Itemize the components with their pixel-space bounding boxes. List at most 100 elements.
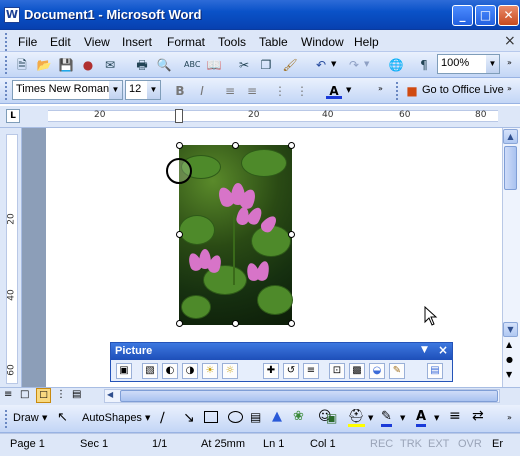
picture-toolbar-title[interactable]: Picture bbox=[111, 343, 452, 360]
line-color-dropdown-icon[interactable]: ▼ bbox=[400, 414, 405, 422]
fill-color-icon[interactable]: ⛑ bbox=[348, 409, 365, 427]
next-page-icon[interactable]: ▼ bbox=[506, 370, 512, 379]
toolbar-dropdown-icon[interactable]: ▼ bbox=[421, 345, 428, 355]
align-center-icon[interactable]: ≡ bbox=[222, 83, 238, 99]
zoom-combo[interactable]: 100% ▼ bbox=[437, 54, 500, 74]
outline-view-icon[interactable]: ⋮ bbox=[56, 389, 66, 400]
normal-view-icon[interactable]: ≡ bbox=[4, 389, 12, 400]
rotate-handle[interactable] bbox=[166, 158, 192, 184]
wordart-icon[interactable]: ▲ bbox=[272, 409, 282, 424]
drawing-options-icon[interactable]: » bbox=[507, 413, 512, 422]
close-document-icon[interactable]: × bbox=[504, 33, 516, 49]
line-style-icon[interactable]: ≡ bbox=[303, 363, 319, 379]
fill-color-dropdown-icon[interactable]: ▼ bbox=[368, 414, 373, 422]
rotate-left-icon[interactable]: ↺ bbox=[283, 363, 299, 379]
indent-marker[interactable] bbox=[175, 109, 183, 123]
scroll-up-icon[interactable]: ▲ bbox=[503, 129, 518, 144]
redo-dropdown-icon[interactable]: ▼ bbox=[364, 60, 369, 68]
insert-picture-drawing-icon[interactable]: ▣ bbox=[326, 411, 337, 425]
show-formatting-icon[interactable]: ¶ bbox=[416, 57, 432, 73]
redo-icon[interactable]: ↷ bbox=[346, 57, 362, 73]
line-style-drawing-icon[interactable]: ≡ bbox=[449, 408, 461, 424]
previous-page-icon[interactable]: ▲ bbox=[506, 340, 512, 349]
office-live-options-icon[interactable]: » bbox=[507, 84, 512, 93]
close-button[interactable]: ✕ bbox=[498, 5, 519, 26]
menu-edit[interactable]: Edit bbox=[50, 35, 71, 49]
permission-icon[interactable]: ● bbox=[80, 57, 96, 73]
menu-grip-icon[interactable] bbox=[5, 33, 8, 51]
word-app-icon[interactable]: W bbox=[4, 7, 20, 23]
scroll-down-icon[interactable]: ▼ bbox=[503, 322, 518, 337]
resize-handle[interactable] bbox=[288, 142, 295, 149]
bold-icon[interactable]: B bbox=[172, 83, 188, 99]
menu-table[interactable]: Table bbox=[259, 35, 288, 49]
picture-toolbar-close-icon[interactable]: × bbox=[438, 343, 448, 357]
new-document-icon[interactable]: 🗎 bbox=[14, 57, 30, 73]
resize-handle[interactable] bbox=[176, 142, 183, 149]
font-dropdown-icon[interactable]: ▼ bbox=[109, 81, 122, 99]
reset-picture-icon[interactable]: ▤ bbox=[427, 363, 443, 379]
status-rec[interactable]: REC bbox=[370, 438, 393, 450]
select-browse-object-icon[interactable]: ● bbox=[506, 355, 513, 364]
font-color-drawing-icon[interactable]: A bbox=[416, 409, 427, 427]
resize-handle[interactable] bbox=[288, 320, 295, 327]
tab-selector-icon[interactable]: L bbox=[6, 109, 20, 123]
horizontal-scroll-thumb[interactable] bbox=[120, 390, 498, 402]
font-name-combo[interactable]: Times New Roman ▼ bbox=[12, 80, 123, 100]
font-size-combo[interactable]: 12 ▼ bbox=[125, 80, 161, 100]
print-icon[interactable]: 🖶 bbox=[134, 57, 150, 73]
color-icon[interactable]: ▧ bbox=[142, 363, 158, 379]
resize-handle[interactable] bbox=[288, 231, 295, 238]
autoshapes-dropdown-icon[interactable]: ▼ bbox=[145, 414, 150, 422]
font-color-drawing-dropdown-icon[interactable]: ▼ bbox=[434, 414, 439, 422]
email-icon[interactable]: ✉ bbox=[102, 57, 118, 73]
rectangle-icon[interactable] bbox=[204, 411, 218, 423]
arrow-style-icon[interactable]: ⇄ bbox=[472, 408, 484, 424]
numbering-icon[interactable]: ⋮ bbox=[272, 83, 288, 99]
standard-grip-icon[interactable] bbox=[5, 56, 8, 74]
format-painter-icon[interactable]: 🖌 bbox=[282, 57, 298, 73]
open-icon[interactable]: 📂 bbox=[36, 57, 52, 73]
line-color-icon[interactable]: ✎ bbox=[381, 409, 392, 427]
formatting-options-icon[interactable]: » bbox=[378, 84, 383, 93]
office-live-grip-icon[interactable] bbox=[396, 82, 399, 100]
size-dropdown-icon[interactable]: ▼ bbox=[147, 81, 160, 99]
undo-icon[interactable]: ↶ bbox=[313, 57, 329, 73]
crop-icon[interactable]: ✚ bbox=[263, 363, 279, 379]
copy-icon[interactable]: ❐ bbox=[258, 57, 274, 73]
justify-icon[interactable]: ≡ bbox=[244, 83, 260, 99]
minimize-button[interactable]: _ bbox=[452, 5, 473, 26]
maximize-button[interactable]: □ bbox=[475, 5, 496, 26]
print-preview-icon[interactable]: 🔍 bbox=[156, 57, 172, 73]
office-live-icon[interactable]: ■ bbox=[404, 83, 420, 99]
status-ovr[interactable]: OVR bbox=[458, 438, 482, 450]
line-icon[interactable]: ∕ bbox=[160, 410, 165, 426]
cut-icon[interactable]: ✂ bbox=[236, 57, 252, 73]
web-layout-icon[interactable]: □ bbox=[20, 389, 29, 400]
diagram-icon[interactable]: ❀ bbox=[293, 409, 304, 424]
hyperlink-icon[interactable]: 🌐 bbox=[388, 57, 404, 73]
insert-picture-icon[interactable]: ▣ bbox=[116, 363, 132, 379]
menu-view[interactable]: View bbox=[84, 35, 110, 49]
draw-dropdown-icon[interactable]: ▼ bbox=[42, 414, 47, 422]
drawing-grip-icon[interactable] bbox=[5, 410, 8, 428]
font-color-icon[interactable]: A bbox=[326, 83, 342, 99]
resize-handle[interactable] bbox=[176, 231, 183, 238]
oval-icon[interactable] bbox=[228, 411, 243, 423]
research-icon[interactable]: 📖 bbox=[206, 57, 222, 73]
resize-handle[interactable] bbox=[232, 320, 239, 327]
status-trk[interactable]: TRK bbox=[400, 438, 422, 450]
text-box-icon[interactable]: ▤ bbox=[250, 410, 261, 424]
set-transparent-color-icon[interactable]: ✎ bbox=[389, 363, 405, 379]
spelling-icon[interactable]: ABC bbox=[184, 57, 200, 73]
autoshapes-menu-button[interactable]: AutoShapes bbox=[82, 412, 142, 424]
select-objects-icon[interactable]: ↖ bbox=[57, 410, 68, 425]
menu-help[interactable]: Help bbox=[354, 35, 379, 49]
less-brightness-icon[interactable]: ☼ bbox=[222, 363, 238, 379]
print-layout-icon[interactable]: □ bbox=[36, 388, 51, 403]
water-lily-picture[interactable] bbox=[179, 145, 293, 325]
more-brightness-icon[interactable]: ☀ bbox=[202, 363, 218, 379]
undo-dropdown-icon[interactable]: ▼ bbox=[331, 60, 336, 68]
status-ext[interactable]: EXT bbox=[428, 438, 449, 450]
resize-handle[interactable] bbox=[232, 142, 239, 149]
